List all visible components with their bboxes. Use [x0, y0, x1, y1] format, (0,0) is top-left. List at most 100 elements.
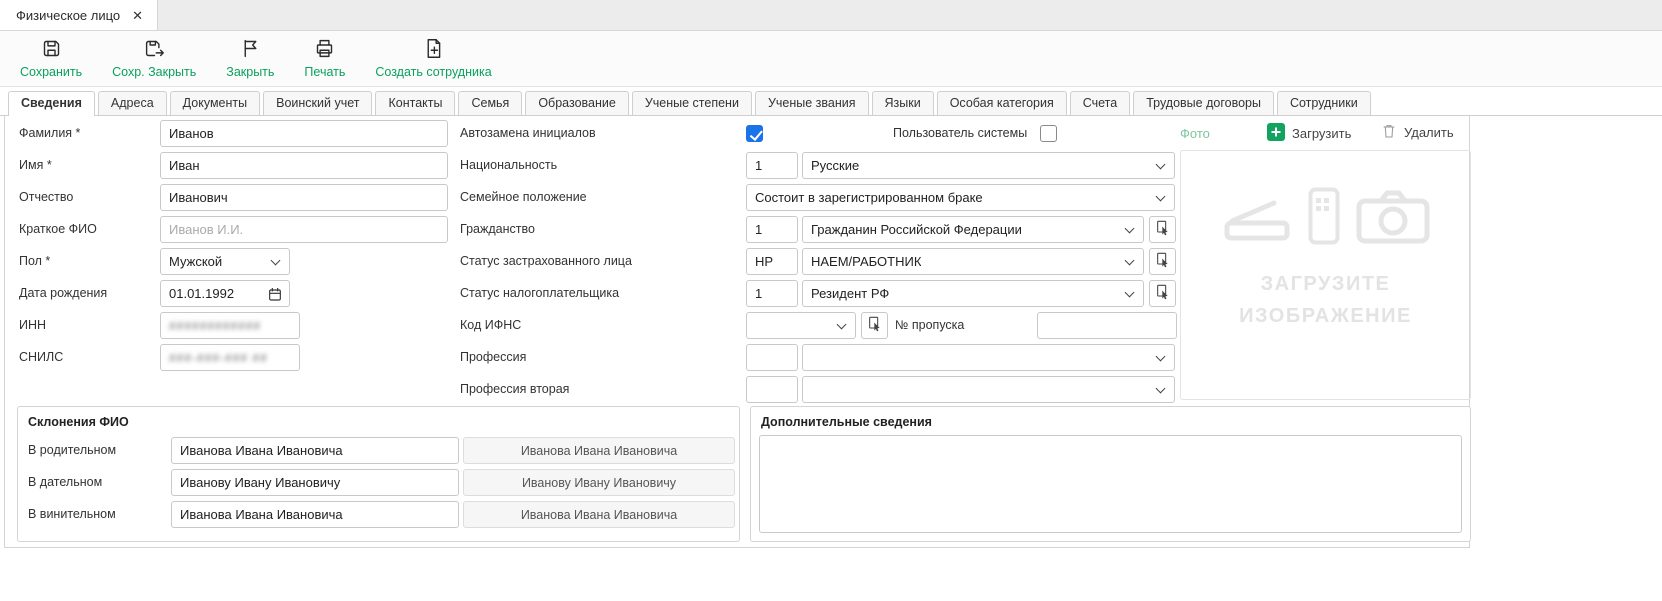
insured-status-lookup-button[interactable]: [1149, 248, 1176, 275]
accusative-suggest-button[interactable]: Иванова Ивана Ивановича: [463, 501, 735, 528]
taxpayer-status-code-input[interactable]: [746, 280, 798, 307]
taxpayer-status-lookup-button[interactable]: [1149, 280, 1176, 307]
pass-number-label: № пропуска: [895, 312, 964, 339]
inn-label: ИНН: [19, 312, 46, 339]
snils-input[interactable]: ###-###-### ##: [160, 344, 300, 371]
camera-icon: [1356, 188, 1430, 247]
photo-label: Фото: [1180, 120, 1210, 147]
tab-obrazovanie[interactable]: Образование: [525, 91, 628, 115]
birthdate-label: Дата рождения: [19, 280, 107, 307]
tab-dokumenty[interactable]: Документы: [170, 91, 260, 115]
pass-number-input[interactable]: [1037, 312, 1177, 339]
lookup-icon: [1155, 220, 1171, 239]
chevron-down-icon: [1156, 352, 1166, 362]
marital-label: Семейное положение: [460, 184, 587, 211]
photo-dropzone[interactable]: ЗАГРУЗИТЕ ИЗОБРАЖЕНИЕ: [1180, 150, 1471, 400]
chevron-down-icon: [1156, 384, 1166, 394]
tab-uchenye-stepeni[interactable]: Ученые степени: [632, 91, 752, 115]
genitive-input[interactable]: [171, 437, 459, 464]
profession-code-input[interactable]: [746, 344, 798, 371]
smartphone-icon: [1308, 187, 1340, 248]
marital-select[interactable]: Состоит в зарегистрированном браке: [746, 184, 1175, 211]
insured-status-code-input[interactable]: [746, 248, 798, 275]
birthdate-input[interactable]: 01.01.1992: [160, 280, 290, 307]
declensions-group: Склонения ФИО В родительном Иванова Иван…: [17, 406, 740, 542]
tab-yazyki[interactable]: Языки: [872, 91, 934, 115]
nationality-select[interactable]: Русские: [802, 152, 1175, 179]
form-content: Фамилия * Имя * Отчество Краткое ФИО Пол…: [4, 116, 1470, 548]
ifns-code-select[interactable]: [746, 312, 856, 339]
save-close-label: Сохр. Закрыть: [112, 65, 196, 79]
close-button[interactable]: Закрыть: [220, 36, 280, 81]
ifns-code-lookup-button[interactable]: [861, 312, 888, 339]
save-button[interactable]: Сохранить: [14, 36, 88, 81]
system-user-label: Пользователь системы: [893, 120, 1027, 147]
page-tabs: Сведения Адреса Документы Воинский учет …: [0, 87, 1662, 116]
system-user-checkbox[interactable]: [1040, 125, 1057, 142]
additional-info-title: Дополнительные сведения: [761, 415, 932, 429]
dative-label: В дательном: [28, 469, 102, 496]
accusative-label: В винительном: [28, 501, 116, 528]
print-button[interactable]: Печать: [298, 36, 351, 81]
tab-sotrudniki[interactable]: Сотрудники: [1277, 91, 1371, 115]
window-tab-strip: Физическое лицо ✕: [0, 0, 1662, 31]
short-fio-input[interactable]: [160, 216, 448, 243]
insured-status-select[interactable]: НАЕМ/РАБОТНИК: [802, 248, 1144, 275]
inn-masked-value: ############: [169, 319, 261, 333]
citizenship-select[interactable]: Гражданин Российской Федерации: [802, 216, 1144, 243]
lastname-input[interactable]: [160, 120, 448, 147]
trash-icon: [1381, 123, 1397, 142]
tab-osobaya-kategoriya[interactable]: Особая категория: [937, 91, 1067, 115]
tab-scheta[interactable]: Счета: [1070, 91, 1130, 115]
dative-input[interactable]: [171, 469, 459, 496]
profession2-label: Профессия вторая: [460, 376, 569, 403]
nationality-code-input[interactable]: [746, 152, 798, 179]
taxpayer-status-select[interactable]: Резидент РФ: [802, 280, 1144, 307]
calendar-icon[interactable]: [267, 286, 283, 305]
window-tab-title: Физическое лицо: [16, 8, 120, 23]
tab-trudovye-dogovory[interactable]: Трудовые договоры: [1133, 91, 1274, 115]
profession2-select[interactable]: [802, 376, 1175, 403]
profession2-code-input[interactable]: [746, 376, 798, 403]
chevron-down-icon: [837, 320, 847, 330]
close-tab-icon[interactable]: ✕: [132, 9, 143, 22]
tab-svedeniya[interactable]: Сведения: [8, 91, 95, 115]
tab-voinskiy-uchet[interactable]: Воинский учет: [263, 91, 372, 115]
middlename-label: Отчество: [19, 184, 73, 211]
tab-semya[interactable]: Семья: [458, 91, 522, 115]
document-plus-icon: [423, 38, 444, 62]
inn-input[interactable]: ############: [160, 312, 300, 339]
short-fio-label: Краткое ФИО: [19, 216, 97, 243]
photo-placeholder-line1: ЗАГРУЗИТЕ: [1181, 268, 1470, 300]
chevron-down-icon: [1156, 192, 1166, 202]
window-tab-fizicheskoe-lico[interactable]: Физическое лицо ✕: [0, 0, 158, 30]
autoreplace-label: Автозамена инициалов: [460, 120, 596, 147]
additional-info-textarea[interactable]: [759, 435, 1462, 533]
firstname-input[interactable]: [160, 152, 448, 179]
print-label: Печать: [304, 65, 345, 79]
nationality-value: Русские: [811, 158, 859, 173]
citizenship-label: Гражданство: [460, 216, 535, 243]
citizenship-lookup-button[interactable]: [1149, 216, 1176, 243]
genitive-suggest-button[interactable]: Иванова Ивана Ивановича: [463, 437, 735, 464]
chevron-down-icon: [1125, 288, 1135, 298]
tab-adresa[interactable]: Адреса: [98, 91, 167, 115]
create-employee-label: Создать сотрудника: [375, 65, 491, 79]
photo-upload-button[interactable]: Загрузить: [1267, 123, 1351, 144]
middlename-input[interactable]: [160, 184, 448, 211]
autoreplace-checkbox[interactable]: [746, 125, 763, 142]
tab-kontakty[interactable]: Контакты: [375, 91, 455, 115]
citizenship-code-input[interactable]: [746, 216, 798, 243]
save-icon: [41, 38, 62, 62]
photo-placeholder-text: ЗАГРУЗИТЕ ИЗОБРАЖЕНИЕ: [1181, 268, 1470, 332]
genitive-label: В родительном: [28, 437, 116, 464]
accusative-input[interactable]: [171, 501, 459, 528]
photo-delete-button[interactable]: Удалить: [1381, 123, 1454, 142]
snils-masked-value: ###-###-### ##: [169, 351, 268, 365]
save-close-button[interactable]: Сохр. Закрыть: [106, 36, 202, 81]
tab-uchenye-zvaniya[interactable]: Ученые звания: [755, 91, 869, 115]
create-employee-button[interactable]: Создать сотрудника: [369, 36, 497, 81]
profession-select[interactable]: [802, 344, 1175, 371]
gender-select[interactable]: Мужской: [160, 248, 290, 275]
dative-suggest-button[interactable]: Иванову Ивану Ивановичу: [463, 469, 735, 496]
